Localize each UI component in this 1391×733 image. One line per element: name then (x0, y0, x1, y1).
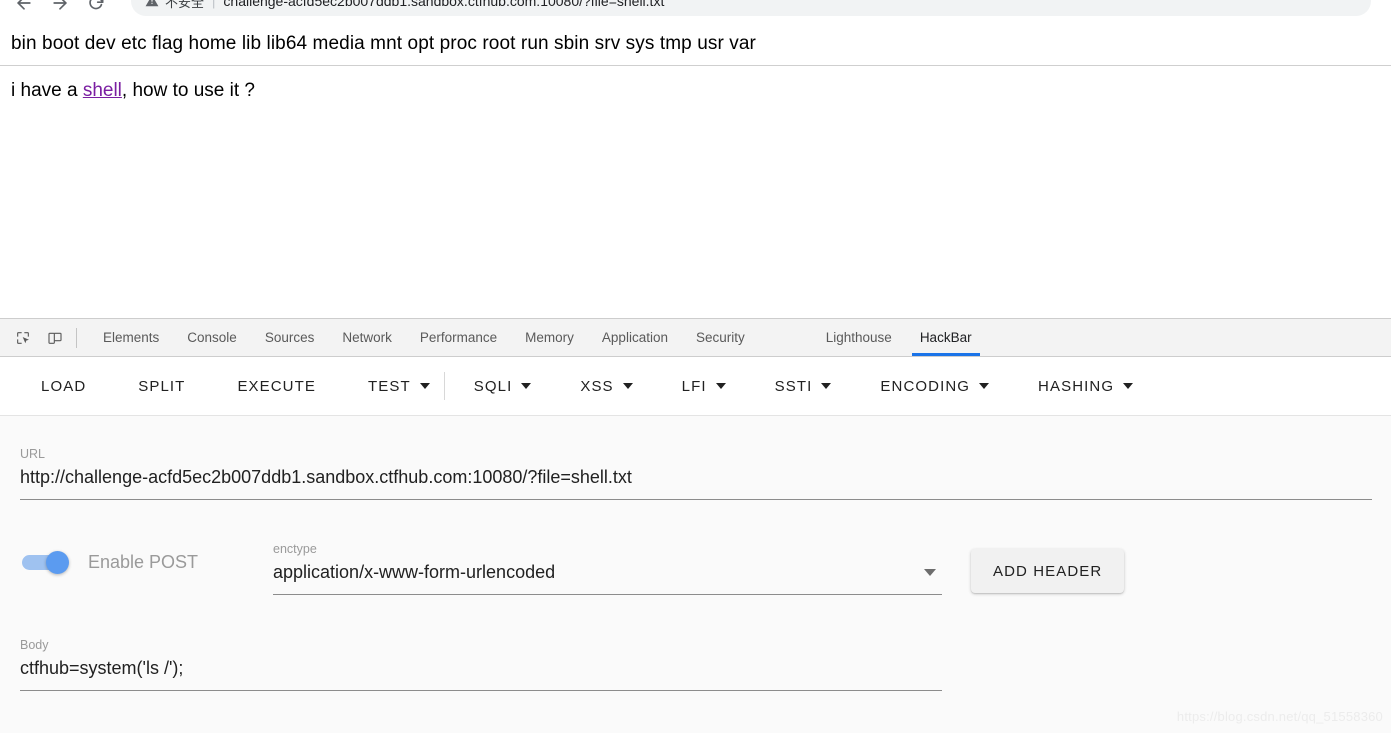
watermark-text: https://blog.csdn.net/qq_51558360 (1176, 709, 1383, 724)
add-header-button[interactable]: ADD HEADER (971, 549, 1125, 593)
body-field-label: Body (20, 638, 49, 652)
chevron-down-icon (821, 383, 832, 389)
tab-lighthouse[interactable]: Lighthouse (812, 319, 906, 356)
chevron-down-icon (419, 383, 430, 389)
test-menu-button[interactable]: TEST (357, 370, 441, 403)
body-field-value[interactable]: ctfhub=system('ls /'); (20, 653, 942, 683)
tab-hackbar[interactable]: HackBar (906, 319, 986, 356)
tab-label: Security (695, 330, 745, 345)
url-field-value[interactable]: http://challenge-acfd5ec2b007ddb1.sandbo… (20, 462, 1372, 492)
browser-chrome: 不安全 | challenge-acfd5ec2b007ddb1.sandbox… (0, 0, 1391, 20)
xss-menu-button[interactable]: XSS (569, 370, 643, 403)
url-field-underline (20, 499, 1372, 500)
encoding-menu-label: ENCODING (880, 377, 971, 395)
toggle-knob (46, 551, 69, 574)
page-content: bin boot dev etc flag home lib lib64 med… (0, 20, 1391, 318)
browser-nav-controls (0, 0, 106, 18)
inspect-element-icon[interactable] (10, 325, 36, 351)
lfi-menu-label: LFI (681, 377, 707, 395)
sqli-menu-label: SQLI (473, 377, 513, 395)
tab-elements[interactable]: Elements (89, 319, 173, 356)
chevron-down-icon (715, 383, 726, 389)
hashing-menu-button[interactable]: HASHING (1027, 370, 1144, 403)
hackbar-toolbar: LOAD SPLIT EXECUTE TEST SQLI XSS LFI SST… (0, 357, 1391, 415)
question-prefix: i have a (11, 80, 83, 101)
tab-label: Performance (419, 330, 498, 345)
chevron-down-icon (979, 383, 990, 389)
body-field[interactable]: Body ctfhub=system('ls /'); (20, 637, 942, 691)
tab-application[interactable]: Application (588, 319, 682, 356)
tab-label: Lighthouse (825, 330, 892, 345)
enable-post-toggle[interactable] (20, 551, 76, 574)
split-button-label: SPLIT (138, 377, 186, 395)
arrow-right-icon[interactable] (50, 0, 70, 13)
ssti-menu-button[interactable]: SSTI (764, 370, 843, 403)
enctype-field[interactable]: enctype application/x-www-form-urlencode… (273, 541, 942, 595)
address-bar[interactable]: 不安全 | challenge-acfd5ec2b007ddb1.sandbox… (131, 0, 1371, 16)
chevron-down-icon (1123, 383, 1134, 389)
shell-question-text: i have a shell, how to use it ? (0, 66, 1391, 102)
execute-button[interactable]: EXECUTE (226, 370, 327, 403)
tab-label: HackBar (919, 330, 972, 345)
enctype-select[interactable]: application/x-www-form-urlencoded (273, 557, 942, 587)
tab-label: Console (187, 330, 237, 345)
address-bar-separator: | (212, 0, 216, 9)
question-suffix: , how to use it ? (121, 80, 255, 101)
browser-window: 不安全 | challenge-acfd5ec2b007ddb1.sandbox… (0, 0, 1391, 733)
tab-network[interactable]: Network (328, 319, 406, 356)
tab-performance[interactable]: Performance (406, 319, 511, 356)
enctype-field-underline (273, 594, 942, 595)
toolbar-divider (443, 372, 445, 400)
enctype-field-label: enctype (273, 542, 317, 556)
arrow-left-icon[interactable] (14, 0, 34, 13)
url-field[interactable]: URL http://challenge-acfd5ec2b007ddb1.sa… (20, 446, 1372, 500)
tab-memory[interactable]: Memory (511, 319, 588, 356)
tab-label: Memory (525, 330, 574, 345)
tab-label: Sources (264, 330, 315, 345)
tab-sources[interactable]: Sources (251, 319, 329, 356)
enable-post-label: Enable POST (88, 551, 199, 572)
chevron-down-icon (521, 383, 532, 389)
tab-security[interactable]: Security (682, 319, 759, 356)
enable-post-row: Enable POST (20, 551, 199, 574)
address-bar-url: challenge-acfd5ec2b007ddb1.sandbox.ctfhu… (223, 0, 665, 9)
device-toolbar-icon[interactable] (42, 325, 68, 351)
shell-link[interactable]: shell (83, 80, 122, 101)
encoding-menu-button[interactable]: ENCODING (869, 370, 1000, 403)
devtools-tab-list: Elements Console Sources Network Perform… (89, 319, 986, 356)
body-field-underline (20, 690, 942, 691)
lfi-menu-button[interactable]: LFI (671, 370, 737, 403)
chevron-down-icon (622, 383, 633, 389)
tab-label: Elements (103, 330, 160, 345)
devtools-tool-buttons (0, 319, 89, 356)
hashing-menu-label: HASHING (1038, 377, 1115, 395)
tab-console[interactable]: Console (173, 319, 251, 356)
tab-label: Application (601, 330, 668, 345)
sqli-menu-button[interactable]: SQLI (463, 370, 543, 403)
load-button[interactable]: LOAD (30, 370, 97, 403)
execute-button-label: EXECUTE (237, 377, 316, 395)
url-field-label: URL (20, 447, 46, 461)
split-button[interactable]: SPLIT (127, 370, 196, 403)
load-button-label: LOAD (41, 377, 87, 395)
ssti-menu-label: SSTI (774, 377, 813, 395)
devtools-tabbar: Elements Console Sources Network Perform… (0, 319, 1391, 357)
reload-icon[interactable] (86, 0, 106, 13)
security-status-label: 不安全 (165, 0, 205, 10)
xss-menu-label: XSS (580, 377, 614, 395)
directory-listing-text: bin boot dev etc flag home lib lib64 med… (11, 33, 756, 54)
enctype-field-value: application/x-www-form-urlencoded (273, 562, 556, 582)
toolbar-divider (76, 327, 77, 348)
tab-label: Network (342, 330, 392, 345)
not-secure-warning-icon (145, 0, 159, 8)
devtools-panel: Elements Console Sources Network Perform… (0, 318, 1391, 733)
hackbar-form-panel: URL http://challenge-acfd5ec2b007ddb1.sa… (0, 415, 1391, 733)
chevron-down-icon[interactable] (924, 568, 936, 576)
test-menu-label: TEST (368, 377, 411, 395)
